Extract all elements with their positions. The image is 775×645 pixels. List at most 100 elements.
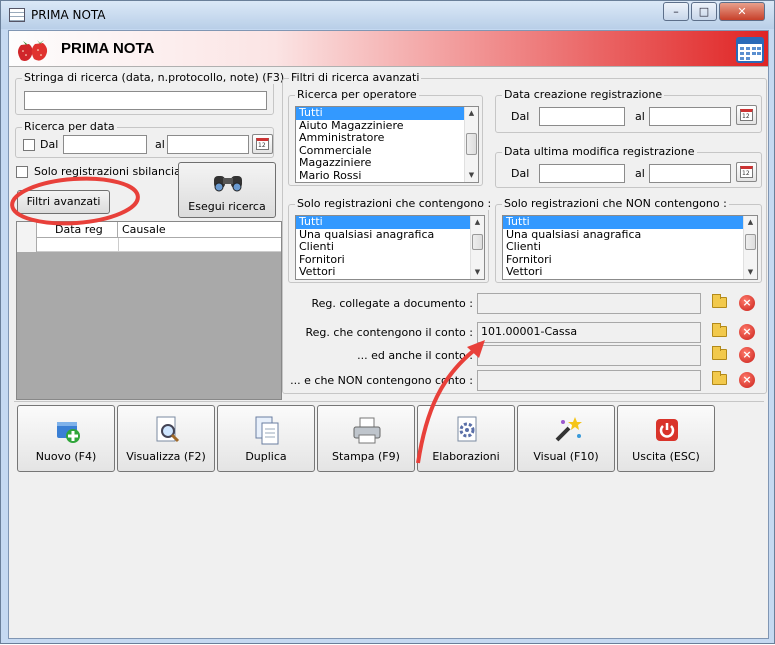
- window-title: PRIMA NOTA: [31, 8, 106, 22]
- date-search-checkbox[interactable]: [23, 139, 35, 151]
- search-label: Stringa di ricerca (data, n.protocollo, …: [22, 71, 287, 84]
- modified-from-input[interactable]: [539, 164, 625, 183]
- row-selector[interactable]: [17, 238, 37, 252]
- toolbar-divider: [14, 401, 764, 402]
- contains-listbox[interactable]: Tutti Una qualsiasi anagrafica Clienti Forn…: [295, 215, 485, 280]
- scroll-down-icon[interactable]: ▼: [744, 266, 757, 279]
- account-field[interactable]: 101.00001-Cassa: [477, 322, 701, 343]
- modified-date-group: Data ultima modifica registrazione Dal a…: [495, 145, 762, 188]
- new-button-label: Nuovo (F4): [35, 450, 97, 463]
- operator-scrollbar[interactable]: ▲ ▼: [464, 107, 478, 182]
- view-button[interactable]: Visualizza (F2): [117, 405, 215, 472]
- column-header-causale[interactable]: Causale: [119, 222, 281, 238]
- delete-icon: ×: [739, 347, 755, 363]
- strawberry-icon: [18, 40, 48, 61]
- power-icon: [656, 419, 678, 441]
- account-browse-button[interactable]: [710, 322, 730, 342]
- header-bar: PRIMA NOTA: [9, 31, 768, 67]
- scroll-thumb[interactable]: [745, 234, 756, 250]
- contains-scrollbar[interactable]: ▲ ▼: [470, 216, 484, 279]
- account-clear-button[interactable]: ×: [737, 322, 757, 342]
- operator-label: Ricerca per operatore: [295, 88, 419, 101]
- scroll-down-icon[interactable]: ▼: [465, 169, 478, 182]
- creation-date-label: Data creazione registrazione: [502, 88, 665, 101]
- modified-date-picker-button[interactable]: 12: [736, 162, 757, 182]
- run-search-button[interactable]: Esegui ricerca: [178, 162, 276, 218]
- advanced-filters-label: Filtri di ricerca avanzati: [289, 71, 422, 84]
- duplicate-button[interactable]: Duplica: [217, 405, 315, 472]
- visual-button[interactable]: Visual (F10): [517, 405, 615, 472]
- delete-icon: ×: [739, 372, 755, 388]
- also-account-clear-button[interactable]: ×: [737, 345, 757, 365]
- list-item[interactable]: Tutti: [503, 216, 757, 229]
- maximize-button[interactable]: □: [691, 2, 717, 21]
- column-divider: [118, 238, 119, 252]
- date-from-input[interactable]: [63, 135, 147, 154]
- duplicate-icon: [255, 416, 279, 445]
- linked-docs-field[interactable]: [477, 293, 701, 314]
- results-table[interactable]: Data reg Causale: [16, 221, 282, 400]
- list-item[interactable]: Tutti: [296, 216, 484, 229]
- title-bar[interactable]: PRIMA NOTA – □ ✕: [1, 1, 774, 29]
- exit-button[interactable]: Uscita (ESC): [617, 405, 715, 472]
- modified-to-label: al: [635, 167, 645, 180]
- new-document-icon: [57, 422, 80, 443]
- date-to-input[interactable]: [167, 135, 249, 154]
- date-picker-button[interactable]: 12: [252, 134, 273, 154]
- scroll-down-icon[interactable]: ▼: [471, 266, 484, 279]
- linked-docs-clear-button[interactable]: ×: [737, 293, 757, 313]
- calendar-icon[interactable]: [736, 35, 764, 63]
- operator-group: Ricerca per operatore Tutti Aiuto Magazzi…: [288, 88, 483, 186]
- list-item[interactable]: Mario Rossi: [296, 169, 478, 183]
- scroll-up-icon[interactable]: ▲: [471, 216, 484, 229]
- list-item[interactable]: Una qualsiasi anagrafica: [503, 228, 757, 242]
- scroll-thumb[interactable]: [466, 133, 477, 155]
- run-search-label: Esegui ricerca: [188, 200, 266, 213]
- not-account-clear-button[interactable]: ×: [737, 370, 757, 390]
- also-account-browse-button[interactable]: [710, 345, 730, 365]
- column-header-data-reg[interactable]: Data reg: [37, 222, 118, 238]
- advanced-filters-button[interactable]: Filtri avanzati: [17, 190, 110, 214]
- date-search-label: Ricerca per data: [22, 120, 117, 133]
- not-account-field[interactable]: [477, 370, 701, 391]
- not-contains-scrollbar[interactable]: ▲ ▼: [743, 216, 757, 279]
- header-title: PRIMA NOTA: [61, 40, 155, 57]
- not-account-browse-button[interactable]: [710, 370, 730, 390]
- magic-wand-icon: [555, 417, 582, 442]
- minimize-button[interactable]: –: [663, 2, 689, 21]
- folder-icon: [712, 323, 727, 337]
- client-area: PRIMA NOTA Stringa di ricerca (data, n.p…: [8, 30, 769, 639]
- print-button[interactable]: Stampa (F9): [317, 405, 415, 472]
- list-item[interactable]: Magazziniere: [296, 156, 478, 170]
- linked-docs-browse-button[interactable]: [710, 293, 730, 313]
- list-item[interactable]: Vettori: [296, 265, 484, 279]
- processing-button[interactable]: Elaborazioni: [417, 405, 515, 472]
- window-app-icon: [9, 8, 25, 22]
- new-button[interactable]: Nuovo (F4): [17, 405, 115, 472]
- duplicate-button-label: Duplica: [245, 450, 287, 463]
- folder-icon: [712, 294, 727, 308]
- close-button[interactable]: ✕: [719, 2, 765, 21]
- gear-document-icon: [457, 416, 477, 442]
- scroll-thumb[interactable]: [472, 234, 483, 250]
- list-item[interactable]: Clienti: [503, 240, 757, 254]
- folder-icon: [712, 346, 727, 360]
- not-contains-listbox[interactable]: Tutti Una qualsiasi anagrafica Clienti Forn…: [502, 215, 758, 280]
- also-account-label: ... ed anche il conto :: [357, 349, 473, 362]
- scroll-up-icon[interactable]: ▲: [744, 216, 757, 229]
- search-input[interactable]: [24, 91, 267, 110]
- list-item[interactable]: Vettori: [503, 265, 757, 279]
- creation-from-input[interactable]: [539, 107, 625, 126]
- creation-date-picker-button[interactable]: 12: [736, 105, 757, 125]
- prima-nota-window: PRIMA NOTA – □ ✕ PRIMA NOTA Stringa di r…: [0, 0, 775, 644]
- operator-listbox[interactable]: Tutti Aiuto Magazziniere Amministratore Com…: [295, 106, 479, 183]
- list-item[interactable]: Amministratore: [296, 131, 478, 145]
- creation-to-input[interactable]: [649, 107, 731, 126]
- also-account-field[interactable]: [477, 345, 701, 366]
- table-row[interactable]: [17, 238, 281, 252]
- modified-to-input[interactable]: [649, 164, 731, 183]
- scroll-up-icon[interactable]: ▲: [465, 107, 478, 120]
- unbalanced-checkbox[interactable]: [16, 166, 28, 178]
- list-item[interactable]: Clienti: [296, 240, 484, 254]
- list-item[interactable]: Tutti: [296, 107, 478, 120]
